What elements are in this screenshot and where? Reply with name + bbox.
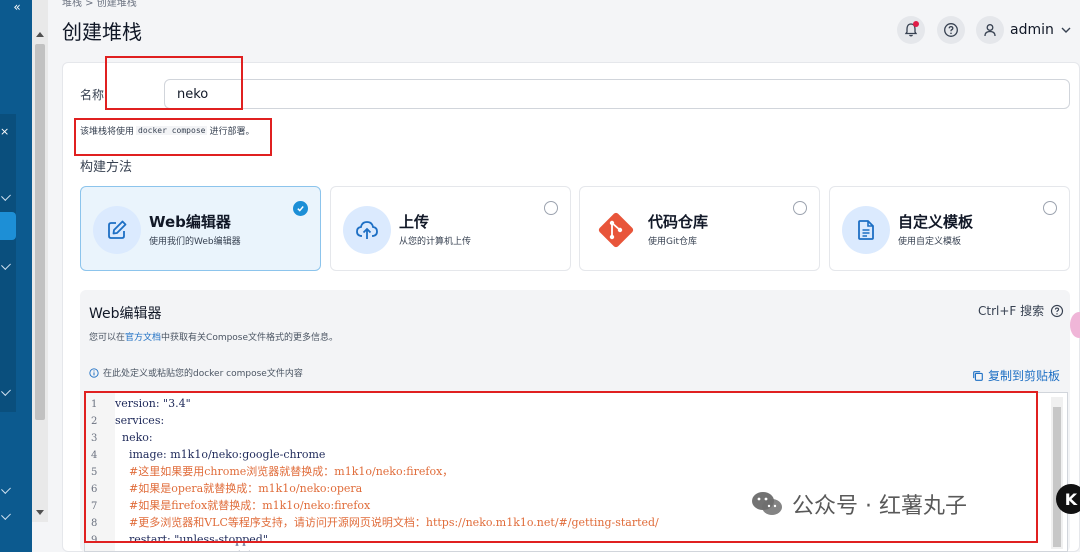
build-option-title: 上传 [399,213,430,231]
line-number: 3 [91,433,98,444]
line-number: 6 [91,484,98,495]
copy-icon [973,370,983,381]
code-line[interactable]: 5 #这里如果要用chrome浏览器就替换成：m1k1o/neko:firefo… [85,463,453,480]
badge: K [1056,484,1080,514]
build-option-subtitle: 使用Git仓库 [648,237,698,247]
watermark: 公众号 · 红薯丸子 [750,488,967,520]
watermark-text: 公众号 · 红薯丸子 [792,494,967,519]
copy-label: 复制到剪贴板 [988,369,1061,383]
notifications-button[interactable] [897,16,925,44]
git-icon [592,206,640,254]
page-scrollbar[interactable] [32,0,48,522]
user-menu[interactable]: admin [976,16,1072,44]
wechat-logo [752,492,782,515]
build-option-subtitle: 从您的计算机上传 [399,237,472,247]
docs-link[interactable]: 官方文档 [125,333,161,343]
build-option-subtitle: 使用我们的Web编辑器 [149,237,241,247]
editor-search-hint: Ctrl+F 搜索 [978,302,1064,319]
line-number: 8 [91,518,98,529]
build-option-title: 自定义模板 [898,213,974,231]
build-option-title: Web编辑器 [149,213,231,231]
code-line[interactable]: 2 services: [85,412,164,429]
build-option-upload[interactable]: 上传 从您的计算机上传 [330,186,571,271]
line-number: 4 [91,450,98,461]
code-text: #如果是firefox就替换成：m1k1o/neko:firefox [115,499,371,512]
avatar [976,16,1004,44]
code-text: image: m1k1o/neko:google-chrome [115,448,326,461]
deploy-note: 该堆栈将使用 docker compose 进行部署。 [80,124,254,137]
build-option-web-editor[interactable]: Web编辑器 使用我们的Web编辑器 [80,186,321,271]
editor-scrollbar-thumb[interactable] [1053,407,1061,547]
editor-info: 在此处定义或粘贴您的docker compose文件内容 [89,366,303,379]
code-text: #如果是opera就替换成：m1k1o/neko:opera [115,482,363,495]
code-text: #这里如果要用chrome浏览器就替换成：m1k1o/neko:firefox， [115,465,454,478]
code-text: neko: [115,431,153,444]
editor-desc-prefix: 您可以在 [89,333,126,343]
line-number: 1 [91,399,98,410]
code-text: restart: "unless-stopped" [115,533,268,546]
scrollbar-thumb[interactable] [35,44,45,420]
file-icon [842,206,890,254]
user-name: admin [1010,22,1054,38]
page-title: 创建堆栈 [62,20,142,44]
build-option-subtitle: 使用自定义模板 [898,237,962,247]
copy-to-clipboard-button[interactable]: 复制到剪贴板 [972,367,1060,384]
collapse-sidebar-icon[interactable]: « [9,0,25,14]
chevron-icon[interactable] [1,484,11,494]
code-text: services: [115,414,165,427]
radio-button[interactable] [1043,201,1057,215]
code-line[interactable]: 3 neko: [85,429,153,446]
notification-dot [913,21,919,27]
close-icon[interactable]: × [0,124,10,140]
build-option-title: 代码仓库 [648,213,709,231]
help-icon[interactable] [1050,304,1064,318]
deploy-note-suffix: 进行部署。 [209,127,255,137]
help-button[interactable] [937,16,965,44]
code-line[interactable]: 8 #更多浏览器和VLC等程序支持，请访问开源网页说明文档：https://ne… [85,514,659,531]
radio-button[interactable] [544,201,558,215]
code-line[interactable]: 9 restart: "unless-stopped" [85,531,268,548]
code-line[interactable]: 6 #如果是opera就替换成：m1k1o/neko:opera [85,480,362,497]
deploy-note-code: docker compose [136,126,208,135]
code-line[interactable]: 1 version: "3.4" [85,395,191,412]
code-text: version: "3.4" [115,397,191,410]
check-icon [293,201,308,216]
editor-desc-suffix: 中获取有关Compose文件格式的更多信息。 [161,333,339,343]
editor-search-label: Ctrl+F 搜索 [978,304,1045,318]
line-number: 7 [91,501,98,512]
chevron-down-icon[interactable] [1060,24,1072,36]
radio-button[interactable] [793,201,807,215]
line-number: 5 [91,467,98,478]
build-option-custom-template[interactable]: 自定义模板 使用自定义模板 [829,186,1070,271]
edit-icon [93,206,141,254]
compose-code-editor[interactable]: 1 version: "3.4" 2 services: 3 neko: 4 image:… [84,392,1068,552]
breadcrumb[interactable]: 堆栈 > 创建堆栈 [62,0,137,9]
scroll-down-icon[interactable] [36,510,44,515]
editor-description: 您可以在官方文档中获取有关Compose文件格式的更多信息。 [89,330,338,343]
sidebar-item-active[interactable] [0,212,16,240]
build-method-title: 构建方法 [80,160,133,175]
stack-name-input[interactable] [164,79,1070,109]
user-icon [984,24,996,37]
deploy-note-prefix: 该堆栈将使用 [80,127,135,137]
scroll-up-icon[interactable] [36,32,44,37]
editor-info-text: 在此处定义或粘贴您的docker compose文件内容 [103,369,303,379]
help-icon [944,23,958,37]
code-text: #更多浏览器和VLC等程序支持，请访问开源网页说明文档：https://neko… [115,516,659,529]
info-icon [89,367,99,378]
upload-icon [343,206,391,254]
code-line[interactable]: 7 #如果是firefox就替换成：m1k1o/neko:firefox [85,497,370,514]
chevron-icon[interactable] [1,510,11,520]
code-line[interactable]: 10 shm_size: "2gb" # 内存设置 [85,548,278,551]
line-number: 2 [91,416,98,427]
editor-scrollbar[interactable] [1051,397,1063,549]
web-editor-title: Web编辑器 [89,306,162,322]
sidebar: « × [0,0,32,552]
build-option-repository[interactable]: 代码仓库 使用Git仓库 [579,186,820,271]
name-label: 名称 [80,88,105,102]
line-number: 9 [91,535,98,546]
code-line[interactable]: 4 image: m1k1o/neko:google-chrome [85,446,325,463]
